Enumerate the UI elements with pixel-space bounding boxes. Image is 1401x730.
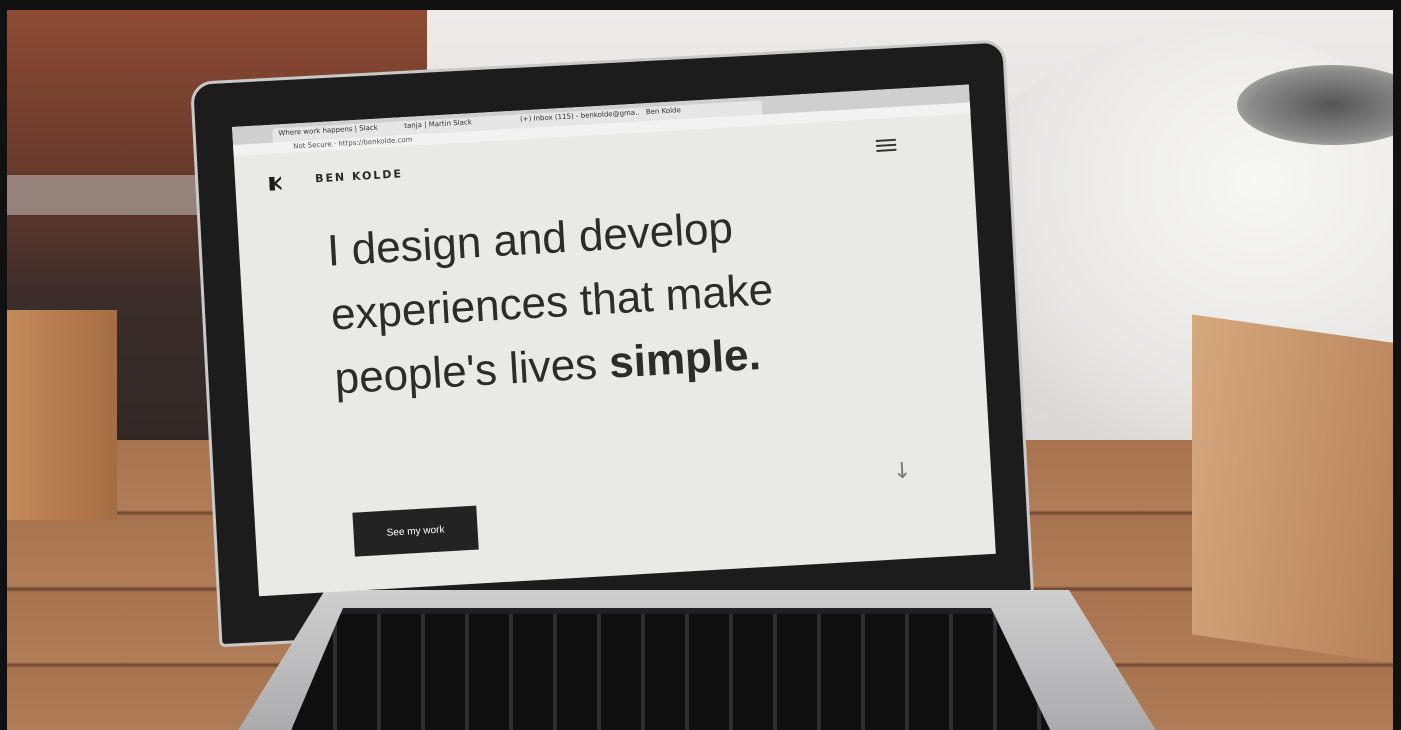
logo-k-icon[interactable] (269, 176, 282, 191)
laptop-keyboard (287, 608, 1055, 730)
photo: Where work happens | Slack tanja | Marti… (7, 10, 1393, 730)
chair-left (7, 310, 117, 520)
arrow-down-icon[interactable]: ↓ (892, 458, 912, 484)
menu-icon[interactable] (875, 138, 897, 154)
see-my-work-button[interactable]: See my work (352, 505, 479, 557)
headline-emphasis: simple. (607, 329, 763, 388)
background-shelf-books (7, 175, 207, 215)
chair-right (1192, 314, 1393, 666)
headline-text: people's lives (333, 338, 611, 404)
laptop-screen: Where work happens | Slack tanja | Marti… (232, 84, 996, 597)
hero-headline: I design and develop experiences that ma… (325, 188, 895, 412)
site-name[interactable]: BEN KOLDE (315, 167, 404, 185)
keyboard-keys (293, 614, 1055, 730)
